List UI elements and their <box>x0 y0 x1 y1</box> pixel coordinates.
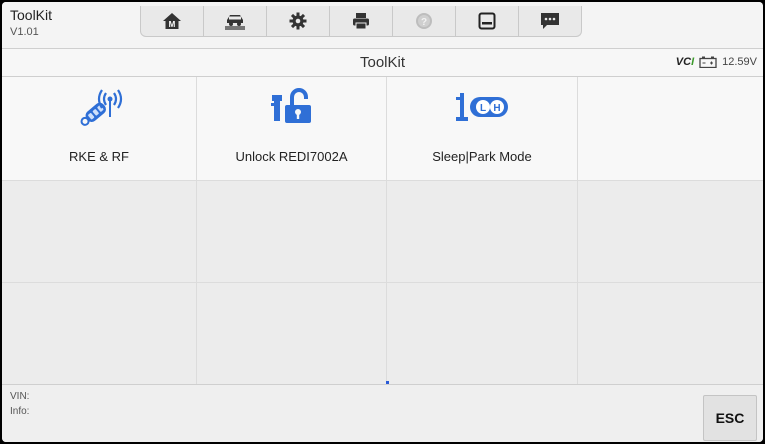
svg-text:H: H <box>493 103 500 114</box>
tile-empty <box>578 181 763 282</box>
title-bar: ToolKit VCI 12.59V <box>2 49 763 77</box>
unlock-icon <box>268 87 316 127</box>
bottom-bar: VIN: Info: ESC <box>2 384 763 442</box>
tile-unlock-redi[interactable]: Unlock REDI7002A <box>197 77 386 180</box>
tile-empty <box>2 283 196 386</box>
svg-text:?: ? <box>421 17 427 28</box>
tile-empty <box>197 181 386 282</box>
save-button[interactable] <box>456 6 519 36</box>
info-label: Info: <box>10 406 30 417</box>
save-icon <box>478 12 496 30</box>
vci-indicator: VCI <box>675 56 695 68</box>
vin-label: VIN: <box>10 391 30 402</box>
tile-label: Unlock REDI7002A <box>235 149 348 164</box>
sleep-park-icon: L H <box>452 87 512 127</box>
tile-empty <box>578 77 763 180</box>
home-button[interactable]: M <box>141 6 204 36</box>
tile-empty <box>2 181 196 282</box>
help-icon: ? <box>416 13 432 29</box>
function-grid: RKE & RF Unlock REDI7002A L H Sleep|Park… <box>2 77 763 386</box>
svg-text:L: L <box>480 103 486 114</box>
vehicle-lift-icon <box>225 15 245 30</box>
toolbar-buttons: M ? <box>140 6 582 37</box>
tile-label: RKE & RF <box>69 149 129 164</box>
battery-voltage: 12.59V <box>722 56 757 68</box>
svg-text:M: M <box>169 20 176 29</box>
print-button[interactable] <box>330 6 393 36</box>
tile-empty <box>197 283 386 386</box>
tile-sleep-park[interactable]: L H Sleep|Park Mode <box>387 77 577 180</box>
page-title: ToolKit <box>359 54 406 71</box>
printer-icon <box>353 13 369 30</box>
home-icon: M <box>163 13 181 29</box>
vci-connected-indicator: I <box>691 56 695 68</box>
key-fob-signal-icon <box>75 87 123 127</box>
battery-icon <box>699 56 717 68</box>
tile-label: Sleep|Park Mode <box>432 149 532 164</box>
esc-button[interactable]: ESC <box>703 395 757 441</box>
message-icon <box>541 13 559 29</box>
tile-empty <box>387 181 577 282</box>
settings-button[interactable] <box>267 6 330 36</box>
status-area: VCI 12.59V <box>676 56 757 68</box>
help-button[interactable]: ? <box>393 6 456 36</box>
app-title: ToolKit <box>10 7 53 23</box>
tile-empty <box>387 283 577 386</box>
vehicle-button[interactable] <box>204 6 267 36</box>
top-toolbar: ToolKit V1.01 M ? <box>2 2 763 49</box>
message-button[interactable] <box>519 6 581 36</box>
gear-icon <box>289 12 307 30</box>
tile-empty <box>578 283 763 386</box>
tile-rke-rf[interactable]: RKE & RF <box>2 77 196 180</box>
app-version: V1.01 <box>10 26 39 38</box>
app-window: ToolKit V1.01 M ? ToolKit VCI 12.59V RKE… <box>2 2 763 442</box>
